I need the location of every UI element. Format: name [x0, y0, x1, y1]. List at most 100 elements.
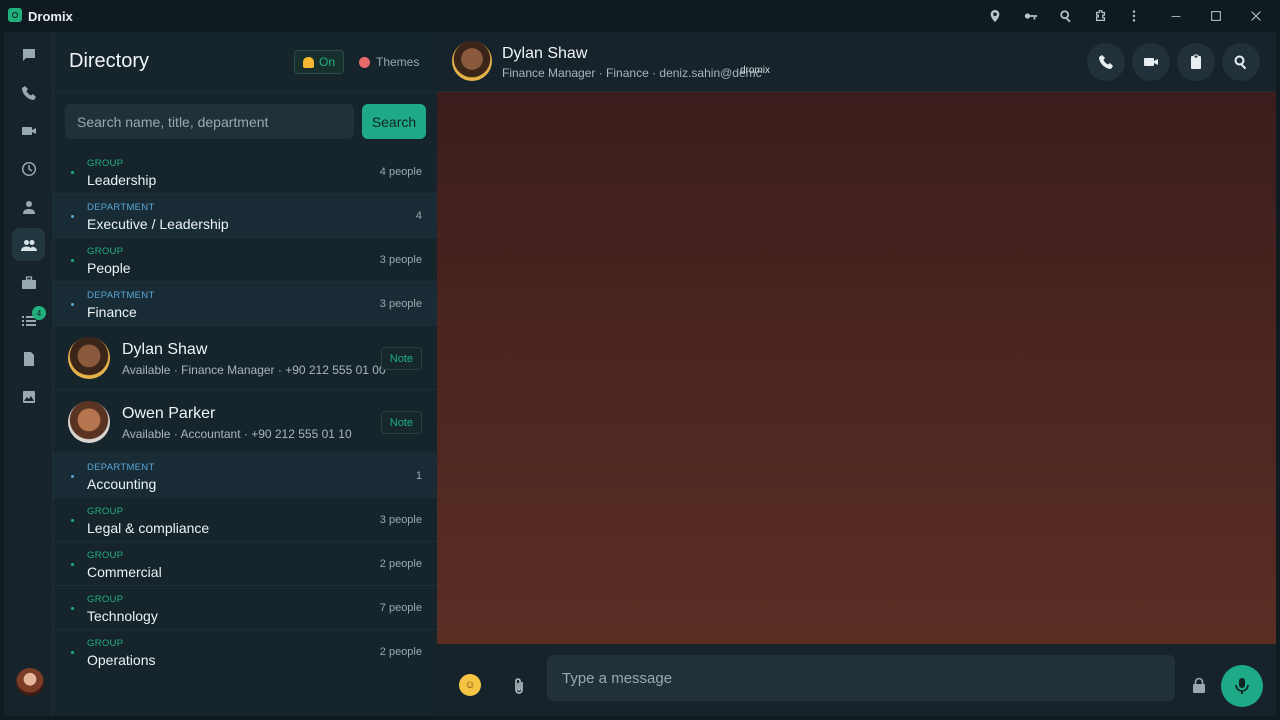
bullet [71, 259, 74, 262]
location-icon[interactable] [987, 8, 1003, 24]
row-count: 4 [415, 210, 422, 222]
person-meta: Available · Finance Manager · +90 212 55… [122, 363, 386, 377]
contact-icon[interactable] [12, 190, 45, 223]
phone-icon [1099, 55, 1113, 69]
search-bar: Search [53, 92, 437, 150]
zoom-icon[interactable] [1058, 8, 1074, 24]
extensions-icon[interactable] [1093, 8, 1109, 24]
bullet [71, 303, 74, 306]
row-kind: GROUP [87, 594, 124, 605]
avatar [68, 401, 110, 443]
clipboard-button[interactable] [1177, 43, 1215, 81]
row-kind: DEPARTMENT [87, 290, 155, 301]
bullet [71, 563, 74, 566]
video-call-button[interactable] [1132, 43, 1170, 81]
key-icon[interactable] [1023, 8, 1039, 24]
note-button[interactable]: Note [380, 411, 422, 434]
person-row[interactable]: Dylan Shaw Available · Finance Manager ·… [53, 326, 437, 390]
row-count: 1 [415, 470, 422, 482]
row-count: 3 people [379, 254, 422, 266]
row-kind: GROUP [87, 506, 124, 517]
search-chat-button[interactable] [1222, 43, 1260, 81]
row-name: Finance [87, 304, 137, 320]
person-meta: Available · Accountant · +90 212 555 01 … [122, 427, 352, 441]
tasks-badge: 4 [32, 306, 46, 320]
directory-panel: Directory On Themes Search GROUP Leaders… [53, 32, 437, 716]
row-name: Executive / Leadership [87, 216, 229, 232]
message-input[interactable] [547, 655, 1175, 701]
note-button[interactable]: Note [380, 347, 422, 370]
minimize-icon[interactable] [1168, 8, 1184, 24]
list-item[interactable]: GROUP Commercial 2 people [53, 542, 437, 586]
bullet [71, 171, 74, 174]
briefcase-icon[interactable] [12, 266, 45, 299]
emoji-icon[interactable]: ☺ [459, 674, 481, 696]
clipboard-icon [1191, 54, 1201, 69]
video-icon[interactable] [12, 114, 45, 147]
directory-list: GROUP Leadership 4 people DEPARTMENT Exe… [53, 150, 437, 674]
row-count: 2 people [379, 646, 422, 658]
row-count: 7 people [379, 602, 422, 614]
list-item[interactable]: GROUP People 3 people [53, 238, 437, 282]
themes-button[interactable]: Themes [353, 50, 425, 74]
row-kind: DEPARTMENT [87, 202, 155, 213]
maximize-icon[interactable] [1208, 8, 1224, 24]
list-item[interactable]: DEPARTMENT Finance 3 people [53, 282, 437, 326]
lock-icon[interactable] [1192, 677, 1206, 693]
row-name: Technology [87, 608, 158, 624]
list-item[interactable]: GROUP Technology 7 people [53, 586, 437, 630]
app-title: Dromix [28, 9, 73, 24]
list-item[interactable]: DEPARTMENT Executive / Leadership 4 [53, 194, 437, 238]
list-item[interactable]: GROUP Legal & compliance 3 people [53, 498, 437, 542]
bullet [71, 519, 74, 522]
more-menu-icon[interactable] [1126, 8, 1142, 24]
phone-call-button[interactable] [1087, 43, 1125, 81]
calls-icon[interactable] [12, 76, 45, 109]
nav-rail: 4 [4, 32, 53, 716]
close-icon[interactable] [1248, 8, 1264, 24]
chat-header: Dylan Shaw Finance Manager · Finance · d… [437, 32, 1276, 92]
document-icon[interactable] [12, 342, 45, 375]
search-button[interactable]: Search [362, 104, 426, 139]
row-count: 3 people [379, 514, 422, 526]
message-composer: ☺ [437, 644, 1276, 716]
chat-contact-name[interactable]: Dylan Shaw [502, 45, 587, 63]
gallery-icon[interactable] [12, 380, 45, 413]
bullet [71, 215, 74, 218]
avatar [68, 337, 110, 379]
profile-avatar[interactable] [16, 668, 44, 696]
search-input[interactable] [65, 104, 354, 139]
row-kind: GROUP [87, 550, 124, 561]
themes-label: Themes [376, 55, 420, 69]
list-item[interactable]: GROUP Operations 2 people [53, 630, 437, 674]
notifications-label: On [319, 55, 336, 69]
page-title: Directory [69, 50, 150, 72]
person-row[interactable]: Owen Parker Available · Accountant · +90… [53, 390, 437, 454]
attach-icon[interactable] [511, 677, 529, 695]
notifications-toggle[interactable]: On [294, 50, 345, 74]
app-logo [8, 8, 22, 22]
chat-contact-subtitle: Finance Manager · Finance · deniz.sahin@… [502, 66, 762, 80]
video-icon [1144, 58, 1158, 66]
list-item[interactable]: GROUP Leadership 4 people [53, 150, 437, 194]
row-count: 3 people [379, 298, 422, 310]
bell-icon [303, 56, 314, 68]
history-icon[interactable] [12, 152, 45, 185]
row-name: Accounting [87, 476, 157, 492]
bullet [71, 475, 74, 478]
chats-icon[interactable] [12, 38, 45, 71]
row-kind: DEPARTMENT [87, 462, 155, 473]
person-name: Dylan Shaw [122, 341, 208, 358]
row-name: Legal & compliance [87, 520, 210, 536]
row-name: People [87, 260, 131, 276]
mic-button[interactable] [1221, 665, 1263, 707]
chat-messages-area[interactable] [437, 92, 1276, 644]
bullet [71, 651, 74, 654]
domain-tag: dromix [740, 65, 771, 76]
directory-icon[interactable] [12, 228, 45, 261]
row-name: Leadership [87, 172, 157, 188]
mic-icon [1235, 678, 1249, 694]
person-name: Owen Parker [122, 405, 216, 422]
list-item[interactable]: DEPARTMENT Accounting 1 [53, 454, 437, 498]
avatar[interactable] [452, 41, 492, 81]
